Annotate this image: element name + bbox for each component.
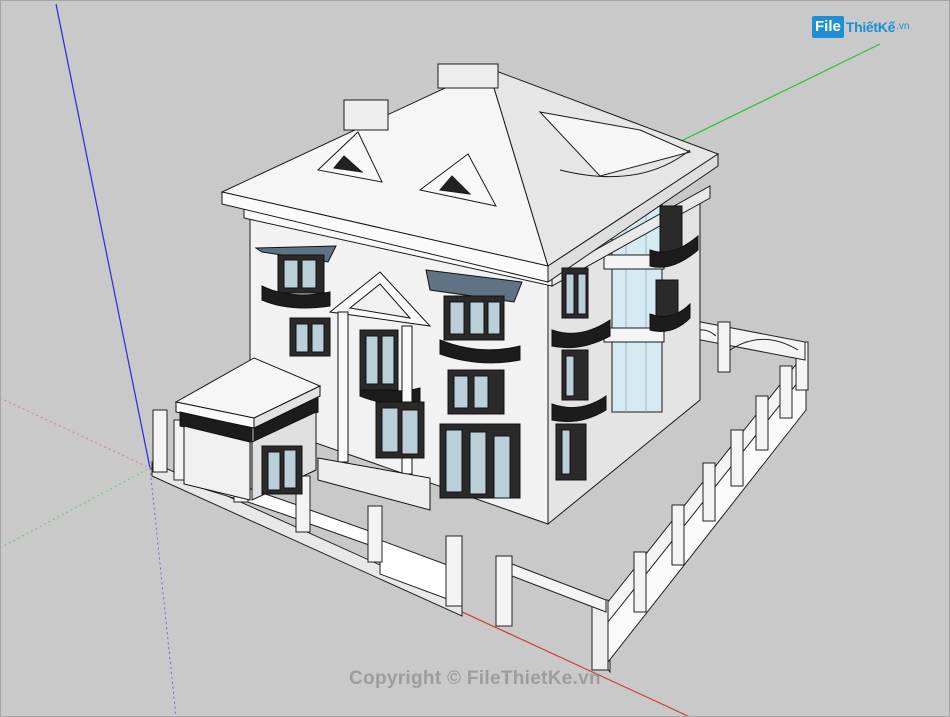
x-axis-dotted — [0, 397, 151, 469]
logo-badge: File — [812, 16, 844, 38]
filethietke-logo: File ThiếtKế .vn — [812, 12, 922, 42]
model-scene[interactable] — [0, 0, 950, 717]
garage-annex — [174, 357, 322, 501]
gate-frame — [495, 555, 607, 627]
logo-suffix: .vn — [896, 21, 910, 32]
z-axis-dotted — [149, 467, 177, 717]
z-axis-blue — [55, 3, 151, 469]
3d-viewport[interactable]: File ThiếtKế .vn Copyright © FileThietKe… — [0, 0, 950, 717]
y-axis-dotted — [0, 467, 151, 549]
logo-name: ThiếtKế — [845, 19, 896, 35]
